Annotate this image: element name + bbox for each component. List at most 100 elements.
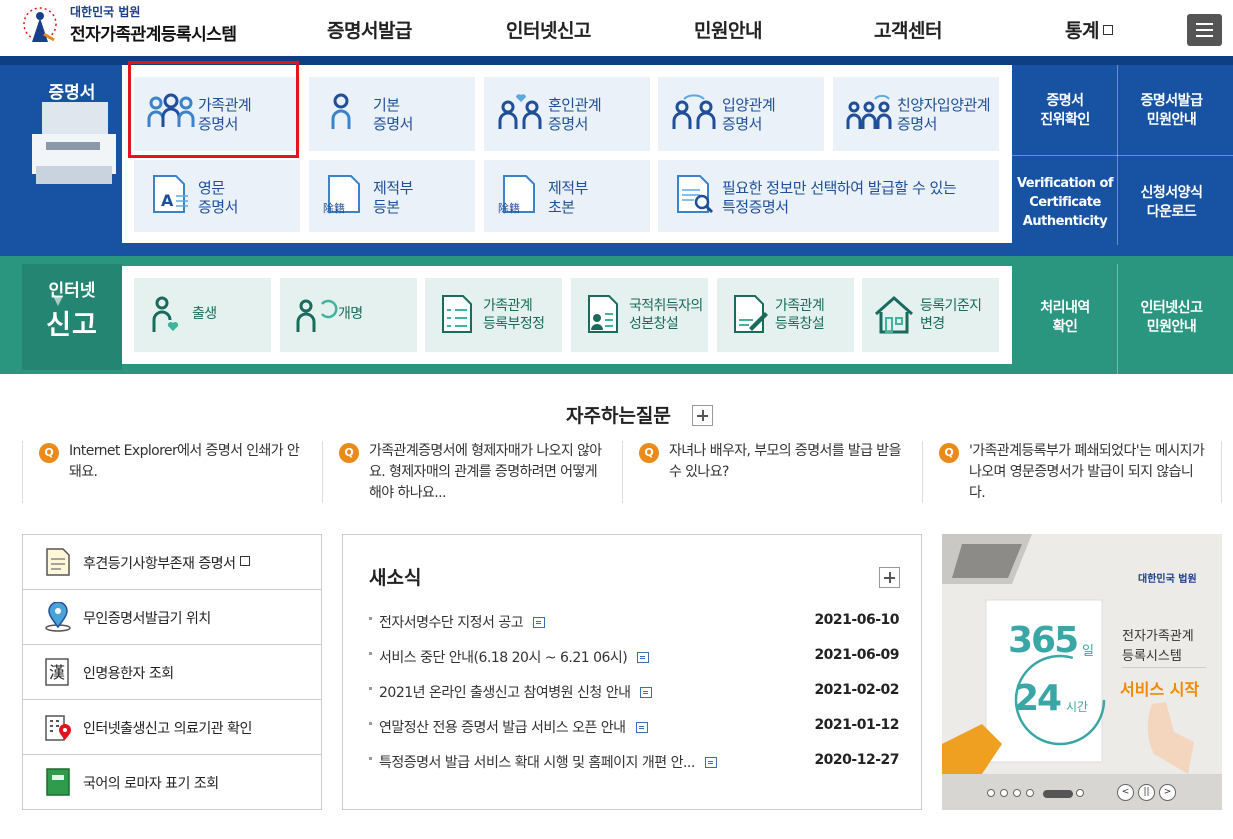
hamburger-icon-line	[1196, 35, 1213, 37]
adoption-icon	[672, 94, 716, 129]
document-search-icon	[677, 175, 714, 214]
quick-link-hospital-check[interactable]: 인터넷출생신고 의료기관 확인	[23, 700, 321, 755]
map-pin-icon	[45, 602, 71, 632]
tile-basic-cert[interactable]: 기본 증명서	[309, 77, 475, 151]
tile-naturalized-surname[interactable]: 국적취득자의 성본창설	[571, 278, 708, 352]
couple-heart-icon	[498, 94, 542, 129]
hamburger-menu-button[interactable]	[1187, 14, 1222, 46]
person-icon	[331, 93, 351, 129]
slide-dot[interactable]	[987, 789, 995, 797]
news-item-date: 2021-02-02	[814, 682, 899, 698]
tile-english-cert[interactable]: A 영문 증명서	[134, 160, 300, 232]
quick-link-label: 인명용한자 조회	[83, 666, 174, 682]
icon-glyph: 除籍	[498, 201, 520, 214]
faq-q-badge: Q	[639, 443, 659, 463]
nav-internet-report[interactable]: 인터넷신고	[506, 16, 591, 43]
tile-specific-cert[interactable]: 필요한 정보만 선택하여 발급할 수 있는 특정증명서	[658, 160, 999, 232]
link-line2: 확인	[1052, 318, 1078, 335]
slide-dot[interactable]	[1013, 789, 1021, 797]
link-line2: 다운로드	[1146, 203, 1197, 220]
nav-civil-guide[interactable]: 민원안내	[694, 16, 762, 43]
faq-item[interactable]: Q 자녀나 배우자, 부모의 증명서를 발급 받을 수 있나요?	[622, 441, 922, 503]
next-slide-button[interactable]: >	[1159, 784, 1176, 801]
section-title-big: 신고	[46, 310, 98, 341]
document-pen-icon	[734, 295, 768, 333]
news-item-title: 연말정산 전용 증명서 발급 서비스 오픈 안내	[379, 720, 626, 736]
link-process-history[interactable]: 처리내역 확인	[1015, 270, 1115, 365]
tile-label-line2: 성본창설	[629, 316, 679, 332]
slide-dot[interactable]	[1026, 789, 1034, 797]
pause-slide-button[interactable]: ||	[1138, 784, 1155, 801]
banner-divider	[1122, 667, 1206, 668]
active-slide-indicator[interactable]	[1043, 790, 1073, 798]
document-icon	[640, 687, 653, 698]
tile-birth-report[interactable]: 출생	[134, 278, 271, 352]
link-cert-civil-guide[interactable]: 증명서발급 민원안내	[1120, 70, 1223, 152]
nav-certificate[interactable]: 증명서발급	[327, 16, 412, 43]
news-item[interactable]: 2021년 온라인 출생신고 참여병원 신청 안내 2021-02-02	[369, 682, 899, 702]
tile-marriage-cert[interactable]: 혼인관계 증명서	[484, 77, 650, 151]
faq-item[interactable]: Q Internet Explorer에서 증명서 인쇄가 안돼요.	[22, 441, 322, 503]
slide-dot[interactable]	[1076, 789, 1084, 797]
nav-customer-center[interactable]: 고객센터	[874, 16, 942, 43]
faq-item[interactable]: Q '가족관계등록부가 폐쇄되었다'는 메시지가 나오며 영문증명서가 발급이 …	[922, 441, 1222, 503]
tile-label-line2: 등록부정정	[483, 316, 545, 332]
tile-full-adoption-cert[interactable]: 친양자입양관계 증명서	[833, 77, 999, 151]
faq-item[interactable]: Q 가족관계증명서에 형제자매가 나오지 않아요. 형제자매의 관계를 증명하려…	[322, 441, 622, 503]
banner-line1: 전자가족관계	[1122, 629, 1194, 644]
court-logo-icon[interactable]	[20, 4, 60, 48]
quick-link-guardianship-cert[interactable]: 후견등기사항부존재 증명서	[23, 535, 321, 590]
tile-register-creation[interactable]: 가족관계 등록창설	[717, 278, 854, 352]
tile-label-line1: 입양관계	[722, 96, 776, 114]
org-subtitle: 대한민국 법원	[70, 5, 141, 19]
hamburger-icon	[1196, 23, 1213, 25]
tile-label: 출생	[192, 306, 217, 322]
link-cert-verification[interactable]: 증명서 진위확인	[1015, 70, 1115, 152]
green-book-icon	[46, 768, 70, 796]
news-item[interactable]: 전자서명수단 지정서 공고 2021-06-10	[369, 612, 899, 632]
link-internet-civil-guide[interactable]: 인터넷신고 민원안내	[1120, 270, 1223, 365]
faq-more-button[interactable]	[692, 405, 713, 426]
divider	[1012, 155, 1233, 156]
nav-statistics[interactable]: 통계	[1065, 16, 1113, 43]
news-item[interactable]: 특정증명서 발급 서비스 확대 시행 및 홈페이지 개편 안... 2020-1…	[369, 752, 899, 772]
tile-registration-base-change[interactable]: 등록기준지 변경	[862, 278, 999, 352]
prev-slide-button[interactable]: <	[1117, 784, 1134, 801]
tile-removed-register-extract[interactable]: 除籍 제적부 초본	[484, 160, 650, 232]
tile-adoption-cert[interactable]: 입양관계 증명서	[658, 77, 824, 151]
link-verification-english[interactable]: Verification of Certificate Authenticity	[1015, 160, 1115, 245]
tile-label-line2: 변경	[920, 316, 945, 332]
tile-register-correction[interactable]: 가족관계 등록부정정	[425, 278, 562, 352]
section-title-small: 인터넷	[48, 281, 96, 301]
site-title[interactable]: 전자가족관계등록시스템	[70, 20, 237, 45]
faq-text: Internet Explorer에서 증명서 인쇄가 안돼요.	[69, 443, 300, 480]
svg-text:A: A	[161, 191, 174, 210]
tile-removed-register-copy[interactable]: 除籍 제적부 등본	[309, 160, 475, 232]
person-refresh-icon	[296, 299, 338, 332]
faq-text: 가족관계증명서에 형제자매가 나오지 않아요. 형제자매의 관계를 증명하려면 …	[369, 443, 602, 501]
news-item-date: 2021-06-10	[814, 612, 899, 628]
quick-link-kiosk-location[interactable]: 무인증명서발급기 위치	[23, 590, 321, 645]
tile-label-line1: 영문	[198, 179, 225, 197]
external-link-icon	[1102, 25, 1113, 35]
tile-label-line1: 가족관계	[775, 298, 825, 314]
tile-label-line1: 제적부	[548, 179, 588, 197]
quick-link-romanization[interactable]: 국어의 로마자 표기 조회	[23, 755, 321, 810]
bullet	[369, 652, 372, 655]
removed-register-icon: 除籍	[498, 175, 535, 214]
tile-label-line2: 증명서	[198, 198, 238, 216]
document-icon	[704, 757, 717, 768]
link-line2: 민원안내	[1146, 318, 1197, 335]
slide-dot[interactable]	[1000, 789, 1008, 797]
baby-heart-icon	[152, 296, 179, 332]
news-item[interactable]: 서비스 중단 안내(6.18 20시 ~ 6.21 06시) 2021-06-0…	[369, 647, 899, 667]
faq-q-badge: Q	[939, 443, 959, 463]
news-item[interactable]: 연말정산 전용 증명서 발급 서비스 오픈 안내 2021-01-12	[369, 717, 899, 737]
link-form-download[interactable]: 신청서양식 다운로드	[1120, 160, 1223, 245]
news-more-button[interactable]	[879, 567, 900, 588]
promo-banner[interactable]: 대한민국 법원 365 일 24 시간 전자가족관계 등록시스템 서비스 시작 <…	[942, 534, 1222, 810]
bullet	[369, 617, 372, 620]
quick-link-hanja-lookup[interactable]: 漢 인명용한자 조회	[23, 645, 321, 700]
tile-name-change[interactable]: 개명	[280, 278, 417, 352]
news-item-text: 전자서명수단 지정서 공고	[379, 612, 546, 632]
